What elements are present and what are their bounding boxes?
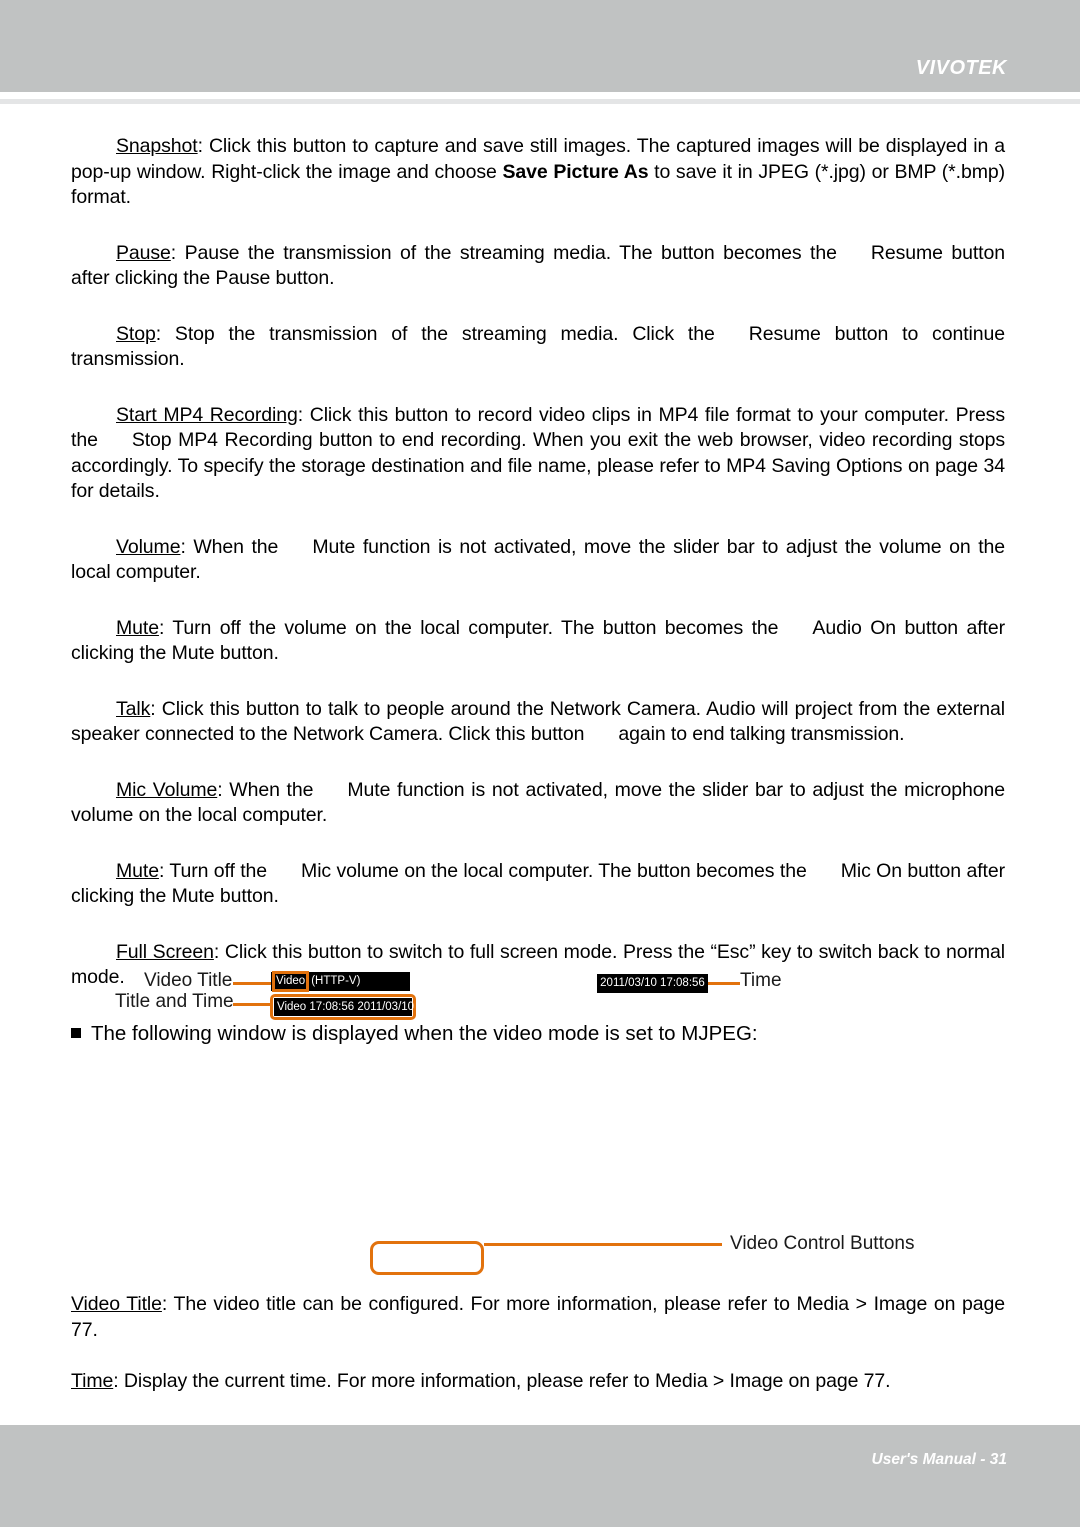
osd-video-title-suffix: (HTTP-V) <box>311 975 361 987</box>
paragraph-start-mp4-recording: Start MP4 Recording: Click this button t… <box>71 403 1005 505</box>
paragraph-volume: Volume: When the Mute function is not act… <box>71 535 1005 586</box>
term-volume: Volume <box>116 535 181 558</box>
term-start-mp4-recording: Start MP4 Recording <box>116 403 298 426</box>
callout-label-video-title: Video Title <box>144 970 233 991</box>
paragraph-mute-mic: Mute: Turn off the Mic volume on the loca… <box>71 859 1005 910</box>
term-time-desc: Time <box>71 1370 114 1392</box>
mute-mic-text-1: : Turn off the <box>158 859 268 882</box>
term-mic-volume: Mic Volume <box>116 778 218 801</box>
document-body: Snapshot: Click this button to capture a… <box>71 134 1005 1047</box>
volume-text-1: : When the <box>180 535 279 558</box>
stop-text-1: : Stop the transmission of the streaming… <box>155 322 715 345</box>
header-divider <box>0 99 1080 104</box>
callout-label-title-and-time: Title and Time <box>115 991 234 1012</box>
record-text-2: Stop MP4 Recording button to end recordi… <box>71 429 1005 502</box>
paragraph-talk: Talk: Click this button to talk to peopl… <box>71 697 1005 748</box>
paragraph-time-desc: Time: Display the current time. For more… <box>71 1369 1005 1395</box>
talk-text-2: again to end talking transmission. <box>618 723 905 745</box>
video-title-desc-text: : The video title can be configured. For… <box>71 1293 1006 1341</box>
term-pause: Pause <box>116 241 171 264</box>
term-snapshot: Snapshot <box>116 135 198 157</box>
term-mute-audio: Mute <box>116 616 159 639</box>
mute-mic-text-2: Mic volume on the local computer. The bu… <box>301 859 807 882</box>
leader-line-video-title <box>233 982 271 985</box>
paragraph-pause: Pause: Pause the transmission of the str… <box>71 241 1005 292</box>
osd-video-title-bar: Video (HTTP-V) <box>271 971 410 992</box>
osd-time-bar: 2011/03/10 17:08:56 <box>597 974 708 993</box>
osd-title-time-bar: Video 17:08:56 2011/03/10 <box>274 998 415 1016</box>
osd-title-time-text: Video 17:08:56 2011/03/10 <box>277 1000 415 1013</box>
term-talk: Talk <box>116 697 151 720</box>
paragraph-snapshot: Snapshot: Click this button to capture a… <box>71 134 1005 211</box>
term-stop: Stop <box>116 322 156 345</box>
document-body-bottom: Video Title: The video title can be conf… <box>71 1292 1005 1395</box>
footer-page-label: User's Manual - 31 <box>871 1451 1008 1468</box>
page-footer: User's Manual - 31 <box>0 1425 1080 1527</box>
paragraph-mic-volume: Mic Volume: When the Mute function is not… <box>71 778 1005 829</box>
callout-label-time: Time <box>740 970 782 991</box>
paragraph-stop: Stop: Stop the transmission of the strea… <box>71 322 1005 373</box>
mjpeg-window-figure: Video Title Title and Time Video (HTTP-V… <box>0 960 1080 1290</box>
callout-label-video-control-buttons: Video Control Buttons <box>730 1233 915 1254</box>
term-mute-mic: Mute <box>116 859 159 882</box>
osd-title-time-outline: Video 17:08:56 2011/03/10 <box>270 994 416 1020</box>
leader-line-time <box>708 982 740 985</box>
leader-line-title-and-time <box>233 1003 271 1006</box>
mic-volume-text-1: : When the <box>217 778 314 801</box>
page-header: VIVOTEK <box>0 0 1080 92</box>
paragraph-mute-audio: Mute: Turn off the volume on the local c… <box>71 616 1005 667</box>
video-control-buttons-box[interactable] <box>370 1241 484 1275</box>
term-video-title-desc: Video Title <box>71 1293 162 1315</box>
osd-video-title-name: Video <box>271 971 310 992</box>
pause-text-1: : Pause the transmission of the streamin… <box>170 241 837 264</box>
leader-line-video-control-buttons <box>484 1243 722 1246</box>
osd-time-text: 2011/03/10 17:08:56 <box>600 977 705 989</box>
mute-audio-text-1: : Turn off the volume on the local compu… <box>158 616 779 639</box>
paragraph-video-title-desc: Video Title: The video title can be conf… <box>71 1292 1005 1343</box>
snapshot-bold: Save Picture As <box>502 160 649 183</box>
time-desc-text: : Display the current time. For more inf… <box>113 1370 891 1392</box>
vivotek-logo: VIVOTEK <box>915 57 1007 79</box>
